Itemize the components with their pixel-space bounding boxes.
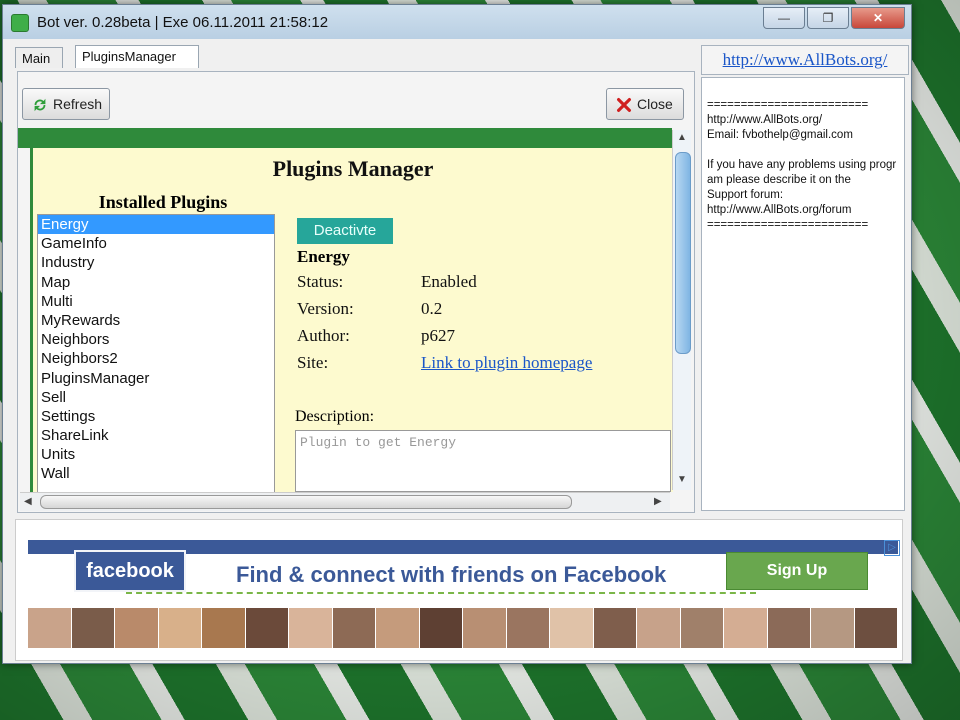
log-output: ======================== http://www.AllB…: [701, 77, 905, 511]
window-controls: — ❐ ✕: [763, 7, 905, 29]
vertical-scroll-thumb[interactable]: [675, 152, 691, 354]
plugins-manager-pane: Refresh Close Plugins Manager Installed …: [17, 71, 695, 513]
profile-photo: [419, 608, 463, 648]
log-line: ========================: [707, 219, 869, 231]
refresh-icon: [34, 98, 46, 112]
close-icon: [617, 98, 631, 113]
app-icon: [11, 14, 29, 32]
page-title: Plugins Manager: [272, 156, 434, 181]
scroll-up-icon[interactable]: ▲: [677, 132, 687, 143]
profile-photo: [115, 608, 159, 648]
plugin-list-item[interactable]: Settings: [38, 407, 274, 426]
title-bar[interactable]: Bot ver. 0.28beta | Exe 06.11.2011 21:58…: [3, 5, 911, 39]
horizontal-scrollbar[interactable]: ◀ ▶: [20, 492, 670, 511]
plugin-list[interactable]: Energy GameInfo Industry Map Multi MyRew…: [37, 214, 275, 494]
log-line: Email: fvbothelp@gmail.com: [707, 129, 853, 141]
log-line: If you have any problems using program p…: [707, 159, 897, 186]
version-label: Version:: [297, 299, 354, 318]
plugin-list-item[interactable]: Energy: [38, 215, 274, 235]
profile-photo: [680, 608, 724, 648]
tab-main[interactable]: Main: [15, 47, 63, 68]
plugin-list-item[interactable]: Map: [38, 273, 274, 292]
plugin-list-item[interactable]: Wall: [38, 464, 274, 483]
profile-photo: [71, 608, 115, 648]
profile-photo: [854, 608, 898, 648]
close-button[interactable]: Close: [606, 88, 684, 120]
profile-photo: [28, 608, 72, 648]
scroll-down-icon[interactable]: ▼: [677, 474, 687, 485]
plugin-list-item[interactable]: PluginsManager: [38, 369, 274, 388]
description-field[interactable]: Plugin to get Energy: [295, 430, 671, 492]
maximize-button[interactable]: ❐: [807, 7, 849, 29]
plugin-list-item[interactable]: Sell: [38, 388, 274, 407]
author-value: p627: [421, 326, 455, 345]
version-value: 0.2: [421, 299, 443, 318]
app-window: Bot ver. 0.28beta | Exe 06.11.2011 21:58…: [2, 4, 912, 664]
plugin-name: Energy: [297, 247, 350, 266]
horizontal-scroll-thumb[interactable]: [40, 495, 572, 509]
profile-photo: [463, 608, 507, 648]
facebook-logo: facebook: [74, 550, 186, 592]
status-row: Status: Enabled: [297, 272, 477, 292]
scroll-right-icon[interactable]: ▶: [654, 496, 662, 507]
close-window-button[interactable]: ✕: [851, 7, 905, 29]
plugin-content-area: Plugins Manager Installed Plugins Energy…: [30, 148, 673, 494]
status-value: Enabled: [421, 272, 477, 291]
author-row: Author: p627: [297, 326, 455, 346]
description-label: Description:: [295, 408, 375, 425]
plugin-list-item[interactable]: ShareLink: [38, 426, 274, 445]
profile-photo: [767, 608, 811, 648]
minimize-button[interactable]: —: [763, 7, 805, 29]
allbots-link[interactable]: http://www.AllBots.org/: [701, 45, 909, 75]
profile-photo: [376, 608, 420, 648]
plugin-list-item[interactable]: MyRewards: [38, 311, 274, 330]
vertical-scrollbar[interactable]: ▲ ▼: [672, 130, 691, 490]
version-row: Version: 0.2: [297, 299, 442, 319]
profile-photo: [550, 608, 594, 648]
installed-plugins-heading: Installed Plugins: [98, 192, 228, 212]
log-line: Support forum:: [707, 189, 784, 201]
profile-photo: [158, 608, 202, 648]
deactivate-button[interactable]: Deactivte: [297, 218, 393, 244]
tab-plugins-manager[interactable]: PluginsManager: [75, 45, 199, 68]
close-label: Close: [637, 96, 673, 112]
facebook-ad-banner[interactable]: ▷ facebook Find & connect with friends o…: [15, 519, 903, 661]
plugin-list-item[interactable]: GameInfo: [38, 234, 274, 253]
sign-up-button[interactable]: Sign Up: [726, 552, 868, 590]
adchoices-icon[interactable]: ▷: [884, 540, 900, 556]
plugin-list-item[interactable]: Neighbors2: [38, 349, 274, 368]
site-label: Site:: [297, 353, 329, 372]
log-line: http://www.AllBots.org/: [707, 114, 823, 126]
refresh-button[interactable]: Refresh: [22, 88, 110, 120]
plugin-list-item[interactable]: Multi: [38, 292, 274, 311]
plugin-list-item[interactable]: Industry: [38, 253, 274, 272]
profile-photo: [289, 608, 333, 648]
profile-photo: [593, 608, 637, 648]
header-band: [18, 128, 672, 148]
profile-photo: [506, 608, 550, 648]
plugin-homepage-link[interactable]: Link to plugin homepage: [421, 353, 592, 373]
profile-photo: [245, 608, 289, 648]
plugin-list-item[interactable]: Units: [38, 445, 274, 464]
window-title: Bot ver. 0.28beta | Exe 06.11.2011 21:58…: [37, 14, 329, 31]
status-label: Status:: [297, 272, 344, 291]
author-label: Author:: [297, 326, 350, 345]
site-row: Site: Link to plugin homepage: [297, 353, 592, 373]
ad-divider: [126, 592, 756, 594]
profile-photo: [332, 608, 376, 648]
profile-photo: [724, 608, 768, 648]
profile-photo: [811, 608, 855, 648]
log-line: http://www.AllBots.org/forum: [707, 204, 852, 216]
ad-photo-strip: [28, 608, 898, 648]
plugin-list-item[interactable]: Neighbors: [38, 330, 274, 349]
refresh-label: Refresh: [53, 96, 103, 112]
info-pane: http://www.AllBots.org/ ================…: [701, 45, 909, 511]
profile-photo: [202, 608, 246, 648]
scroll-left-icon[interactable]: ◀: [24, 496, 32, 507]
profile-photo: [637, 608, 681, 648]
log-line: ========================: [707, 99, 869, 111]
ad-tagline: Find & connect with friends on Facebook: [236, 562, 667, 587]
